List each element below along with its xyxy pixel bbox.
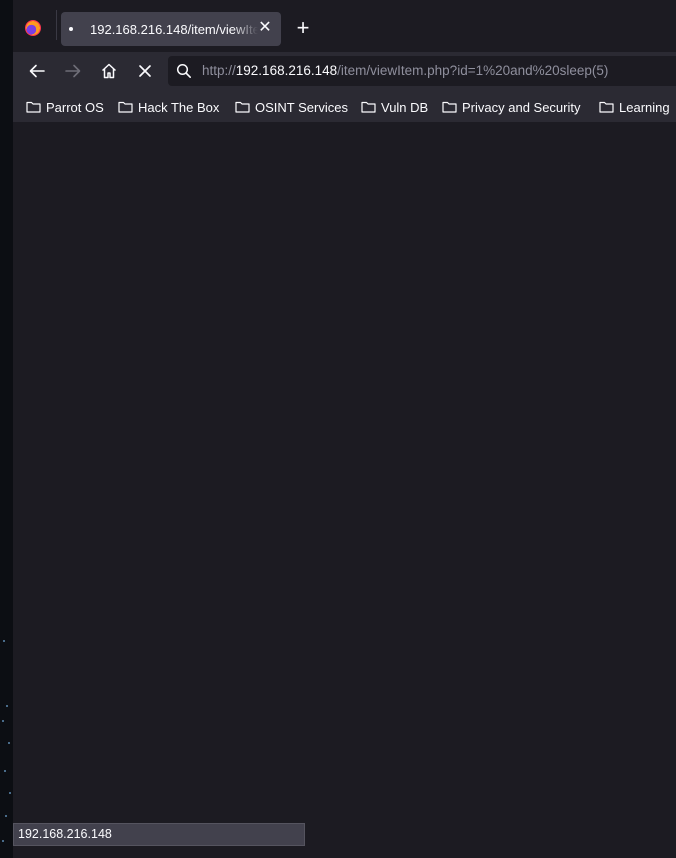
new-tab-button[interactable]: +: [293, 16, 313, 40]
bookmark-label: Vuln DB: [381, 99, 429, 115]
tab-strip: 192.168.216.148/item/viewItem.php?id=1%2…: [13, 0, 676, 52]
bookmark-folder-privacy-and-security[interactable]: Privacy and Security: [442, 98, 581, 116]
page-content-area[interactable]: [13, 122, 676, 858]
bookmark-label: Privacy and Security: [462, 99, 581, 115]
firefox-logo-icon[interactable]: [25, 20, 41, 36]
address-bar[interactable]: http://192.168.216.148/item/viewItem.php…: [168, 56, 676, 86]
bookmark-folder-learning[interactable]: Learning: [599, 98, 670, 116]
back-button[interactable]: [24, 58, 50, 84]
screen: 192.168.216.148/item/viewItem.php?id=1%2…: [0, 0, 676, 858]
search-icon: [176, 63, 192, 79]
navigation-toolbar: http://192.168.216.148/item/viewItem.php…: [13, 52, 676, 90]
close-icon: [139, 65, 151, 77]
home-icon: [101, 63, 117, 79]
stop-button[interactable]: [132, 58, 158, 84]
url-path: /item/viewItem.php?id=1%20and%20sleep(5): [337, 63, 609, 78]
folder-icon: [361, 101, 376, 113]
folder-icon: [599, 101, 614, 113]
status-bar: 192.168.216.148: [13, 823, 305, 846]
bookmark-folder-vuln-db[interactable]: Vuln DB: [361, 98, 428, 116]
bookmark-label: Learning: [619, 99, 670, 115]
home-button[interactable]: [96, 58, 122, 84]
tab-close-button[interactable]: ✕: [257, 19, 273, 37]
folder-icon: [235, 101, 250, 113]
bookmarks-toolbar: Parrot OS Hack The Box OSINT Services Vu…: [13, 90, 676, 122]
folder-icon: [26, 101, 41, 113]
url-scheme: http://: [202, 63, 236, 78]
url-host: 192.168.216.148: [235, 63, 338, 78]
bookmark-label: Hack The Box: [138, 99, 220, 115]
forward-button[interactable]: [60, 58, 86, 84]
folder-icon: [118, 101, 133, 113]
url-text[interactable]: http://192.168.216.148/item/viewItem.php…: [202, 63, 608, 78]
bookmark-folder-hack-the-box[interactable]: Hack The Box: [118, 98, 219, 116]
bookmark-folder-parrot-os[interactable]: Parrot OS: [26, 98, 104, 116]
desktop-wallpaper: [0, 0, 13, 858]
arrow-right-icon: [65, 64, 81, 78]
bookmark-folder-osint-services[interactable]: OSINT Services: [235, 98, 348, 116]
tab-loading-icon: [69, 27, 73, 31]
folder-icon: [442, 101, 457, 113]
tab-separator: [56, 10, 57, 40]
arrow-left-icon: [29, 64, 45, 78]
bookmark-label: Parrot OS: [46, 99, 104, 115]
bookmark-label: OSINT Services: [255, 99, 348, 115]
tab-title: 192.168.216.148/item/viewItem.php?id=1%2…: [90, 22, 258, 37]
active-tab[interactable]: 192.168.216.148/item/viewItem.php?id=1%2…: [61, 12, 281, 46]
